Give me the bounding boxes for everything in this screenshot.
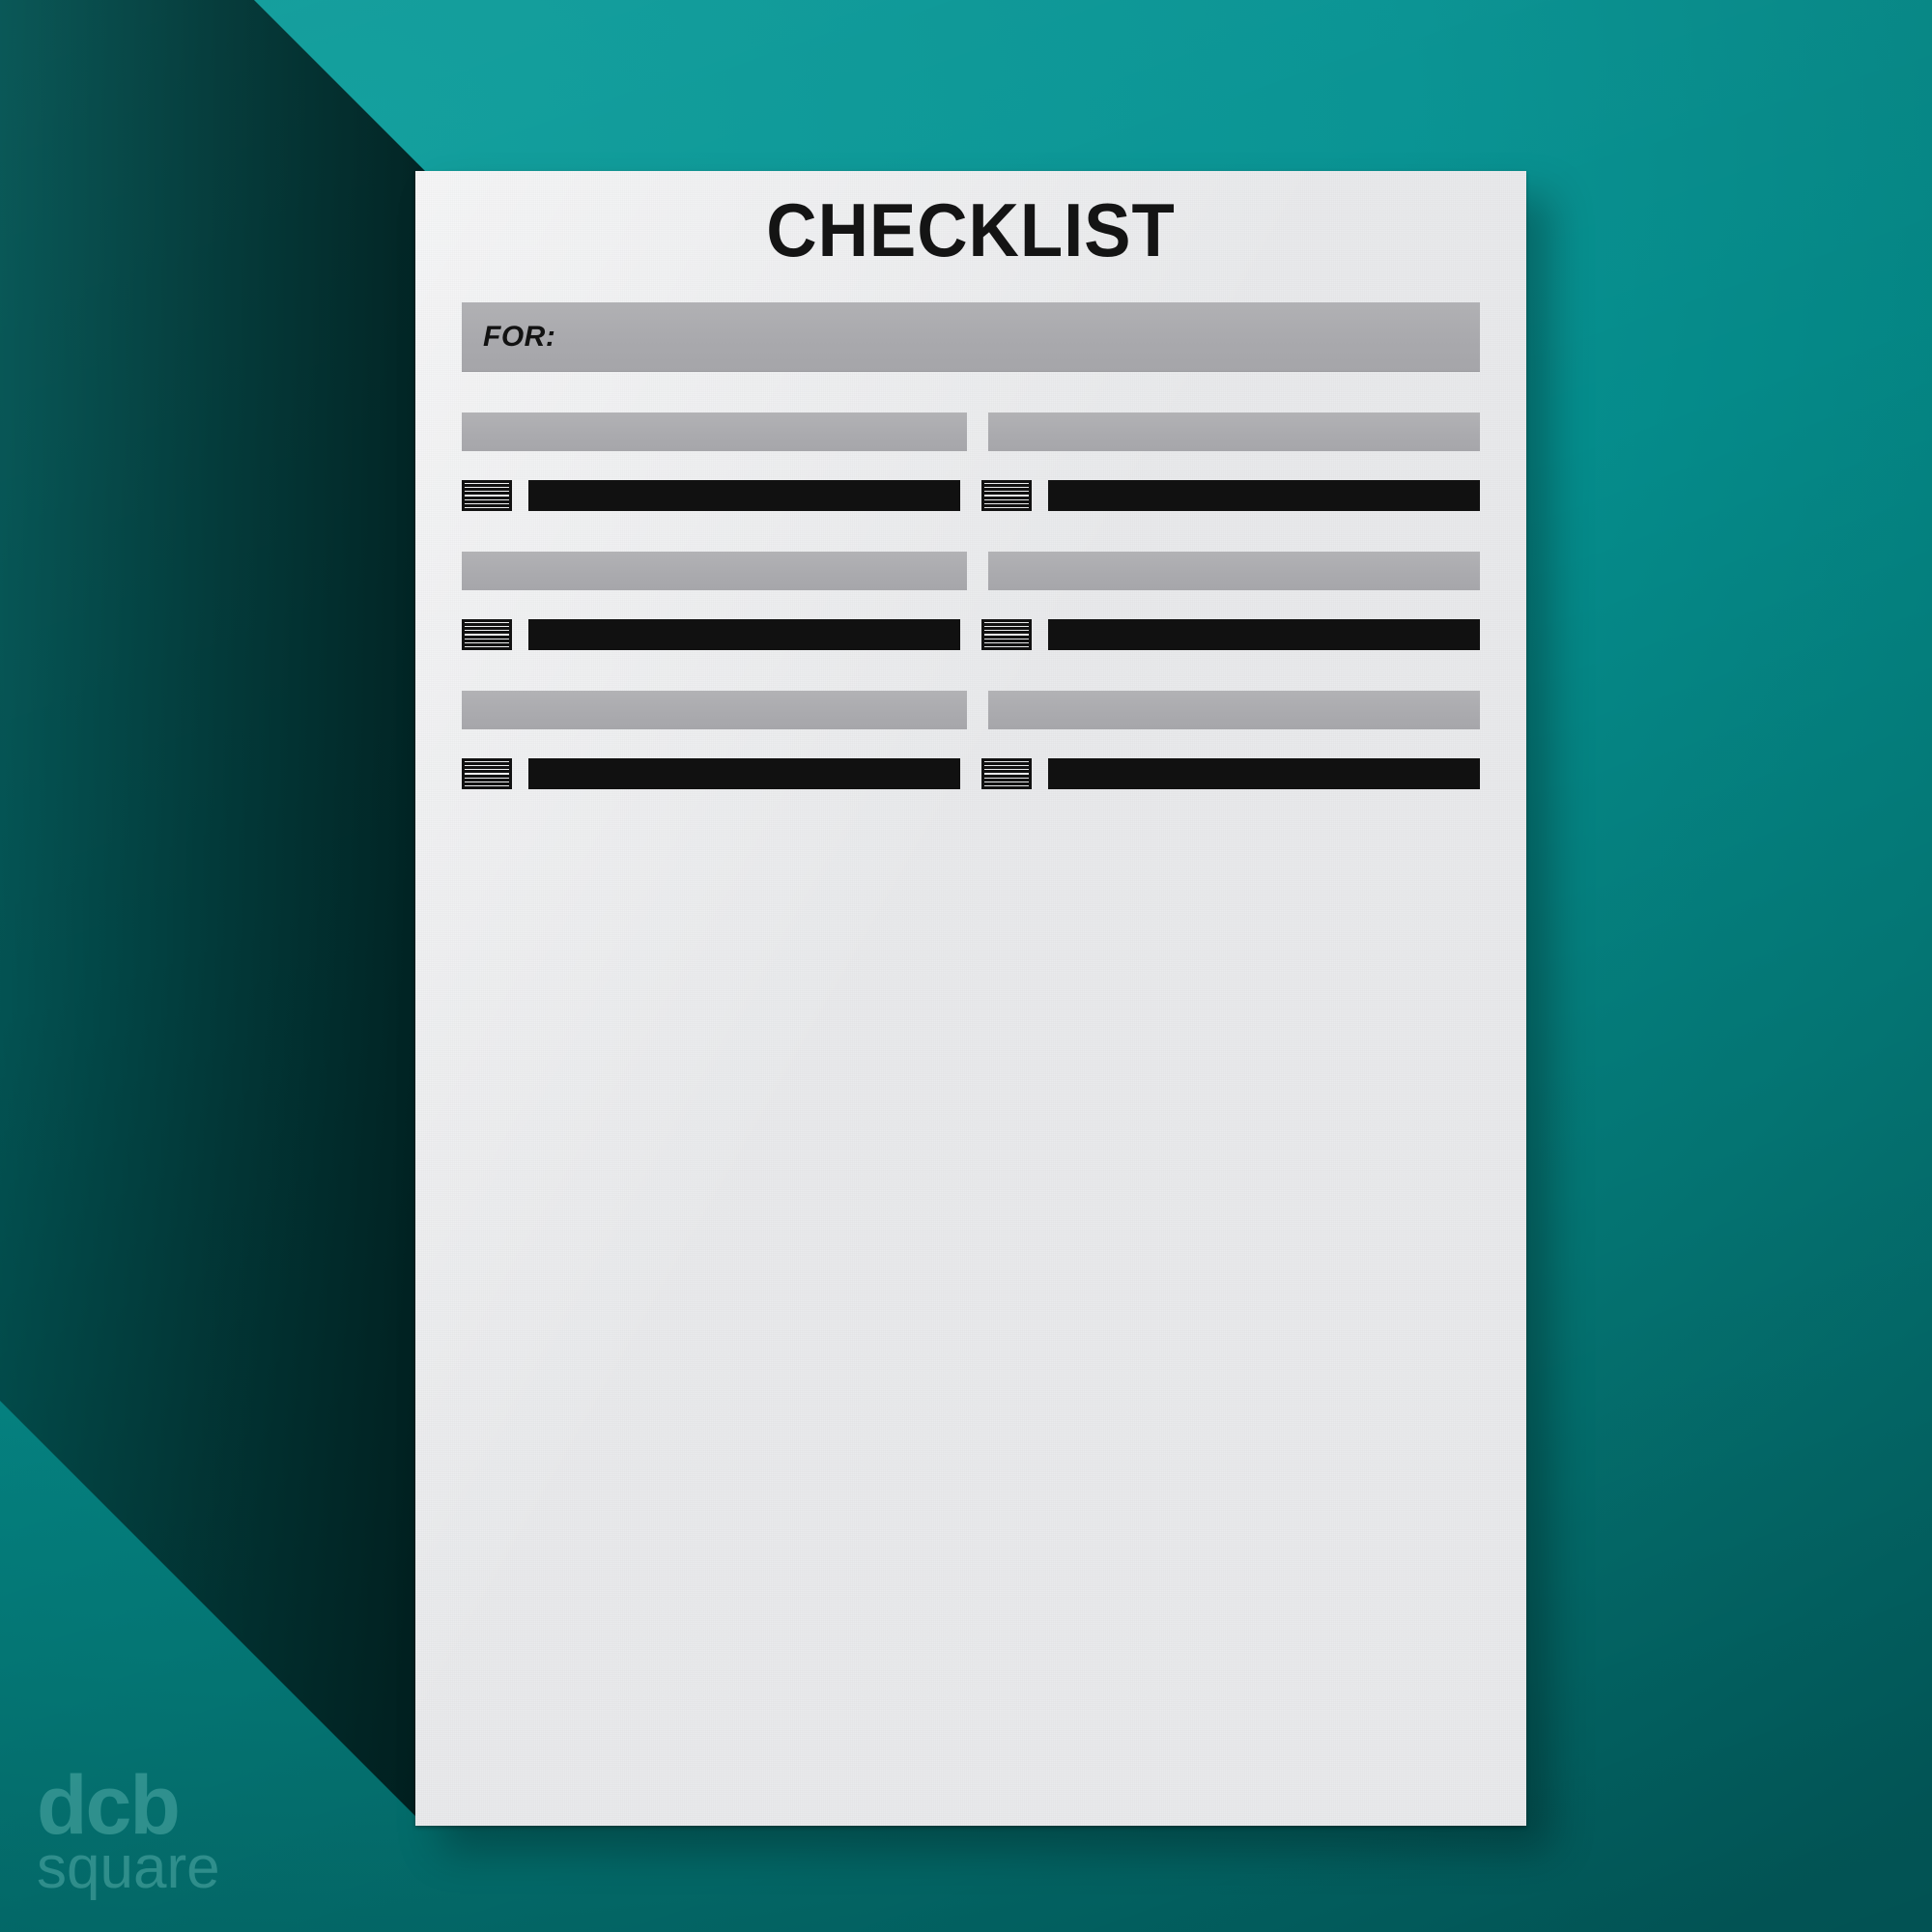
checkbox[interactable] [465,646,509,647]
write-line-stack [1048,480,1480,511]
section-3-col-right [981,758,1480,789]
watermark-line-1: dcb [37,1758,181,1852]
section-3-header-row [462,691,1480,729]
checkbox[interactable] [984,785,1029,786]
checkbox-stack [981,619,1032,650]
for-label: FOR: [483,321,556,353]
section-3-col-left [462,758,960,789]
dcb-square-watermark: dcb square [37,1758,220,1901]
checkbox-stack [981,480,1032,511]
section-2-columns [462,619,1480,650]
write-line-stack [528,480,960,511]
section-1-header-left[interactable] [462,412,967,451]
page-title: CHECKLIST [766,187,1176,272]
write-line-stack [1048,619,1480,650]
checklist-section-3 [462,691,1480,789]
checkbox[interactable] [465,507,509,508]
section-1-col-right [981,480,1480,511]
checklist-paper-sheet: CHECKLIST FOR: [415,171,1526,1826]
section-3-columns [462,758,1480,789]
checkbox-stack [462,758,512,789]
write-line-stack [1048,758,1480,789]
checkbox-stack [462,480,512,511]
checkbox[interactable] [984,507,1029,508]
checkbox-stack [462,619,512,650]
section-3-header-right[interactable] [988,691,1480,729]
section-2-header-left[interactable] [462,552,967,590]
checklist-section-2 [462,552,1480,650]
checkbox[interactable] [984,646,1029,647]
watermark-line-2: square [37,1833,220,1901]
section-2-header-right[interactable] [988,552,1480,590]
write-line[interactable] [528,507,960,511]
section-2-header-row [462,552,1480,590]
write-line[interactable] [528,646,960,650]
for-field-bar[interactable]: FOR: [462,302,1480,372]
checkbox[interactable] [465,785,509,786]
write-line[interactable] [1048,785,1480,789]
section-1-header-row [462,412,1480,451]
section-1-col-left [462,480,960,511]
checklist-section-1 [462,412,1480,511]
section-2-col-left [462,619,960,650]
section-1-columns [462,480,1480,511]
section-1-header-right[interactable] [988,412,1480,451]
checkbox-stack [981,758,1032,789]
section-2-col-right [981,619,1480,650]
write-line[interactable] [1048,507,1480,511]
section-3-header-left[interactable] [462,691,967,729]
write-line-stack [528,619,960,650]
write-line[interactable] [1048,646,1480,650]
write-line-stack [528,758,960,789]
write-line[interactable] [528,785,960,789]
